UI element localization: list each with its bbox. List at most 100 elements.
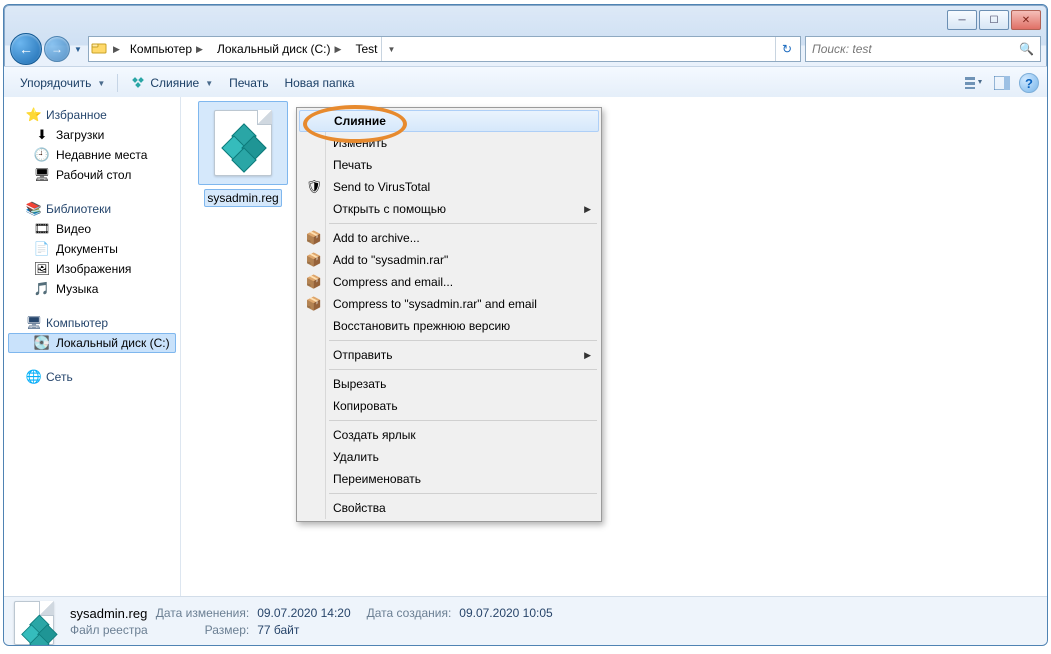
nav-computer-header[interactable]: ▷ 🖥 Компьютер — [8, 313, 176, 333]
context-menu-item-label: Compress and email... — [327, 275, 581, 289]
toolbar-separator — [117, 74, 118, 92]
file-item-sysadmin[interactable]: sysadmin.reg — [195, 101, 291, 207]
file-icon-selected — [198, 101, 288, 185]
nav-item-desktop[interactable]: 🖥Рабочий стол — [8, 165, 176, 185]
nav-network-header[interactable]: ▷ 🌐 Сеть — [8, 367, 176, 387]
context-menu-item[interactable]: 📦Add to "sysadmin.rar" — [299, 249, 599, 271]
details-pane: sysadmin.reg Дата изменения: 09.07.2020 … — [4, 596, 1047, 645]
help-button[interactable]: ? — [1019, 73, 1039, 93]
maximize-icon: ☐ — [990, 15, 999, 26]
navigation-pane: ▷ ⭐ Избранное ⬇Загрузки 🕘Недавние места … — [4, 97, 181, 597]
newfolder-label: Новая папка — [284, 76, 354, 90]
merge-label: Слияние — [150, 76, 199, 90]
print-label: Печать — [229, 76, 268, 90]
print-button[interactable]: Печать — [221, 72, 276, 94]
nav-buttons: ← → ▼ — [10, 33, 84, 65]
details-mod-label: Дата изменения: — [156, 606, 250, 620]
context-menu: Слияние Изменить Печать🛡Send to VirusTotal… — [296, 107, 602, 522]
context-menu-item[interactable]: 🛡Send to VirusTotal — [299, 176, 599, 198]
breadcrumb-dropdown[interactable]: ▼ — [381, 37, 400, 61]
nav-item-music[interactable]: 🎵Музыка — [8, 279, 176, 299]
context-menu-item-label: Add to archive... — [327, 231, 581, 245]
merge-icon — [130, 75, 146, 91]
close-button[interactable]: ✕ — [1011, 10, 1041, 30]
favorites-icon: ⭐ — [26, 107, 42, 123]
breadcrumb-root-icon[interactable] — [91, 41, 107, 57]
context-menu-item-label: Отправить — [327, 348, 581, 362]
organize-label: Упорядочить — [20, 76, 91, 90]
nav-item-pictures[interactable]: 🖼Изображения — [8, 259, 176, 279]
maximize-button[interactable]: ☐ — [979, 10, 1009, 30]
preview-pane-button[interactable] — [991, 72, 1013, 94]
search-icon: 🔍 — [1019, 42, 1034, 56]
details-filename: sysadmin.reg — [70, 606, 148, 621]
details-mod-value: 09.07.2020 14:20 — [257, 606, 350, 620]
nav-history-dropdown[interactable]: ▼ — [72, 39, 84, 59]
nav-libraries: ▷ 📚 Библиотеки 🎞Видео 📄Документы 🖼Изобра… — [8, 199, 176, 299]
close-icon: ✕ — [1022, 15, 1030, 26]
context-menu-item-label: Вырезать — [327, 377, 581, 391]
context-menu-item[interactable]: Свойства — [299, 497, 599, 519]
context-menu-item[interactable]: 📦Compress to "sysadmin.rar" and email — [299, 293, 599, 315]
context-menu-separator — [329, 223, 597, 224]
pictures-icon: 🖼 — [34, 261, 50, 277]
context-menu-item-label: Удалить — [327, 450, 581, 464]
nav-item-local-disk[interactable]: 💽Локальный диск (C:) — [8, 333, 176, 353]
file-list-area[interactable]: sysadmin.reg Слияние Изменить Печать🛡Send … — [181, 97, 1047, 597]
context-menu-item-icon: 📦 — [301, 274, 327, 290]
context-menu-item[interactable]: 📦Add to archive... — [299, 227, 599, 249]
help-icon: ? — [1025, 76, 1033, 91]
forward-button[interactable]: → — [44, 36, 70, 62]
desktop-icon: 🖥 — [34, 167, 50, 183]
context-menu-item[interactable]: Переименовать — [299, 468, 599, 490]
context-menu-item[interactable]: Открыть с помощью▶ — [299, 198, 599, 220]
context-menu-item-label: Создать ярлык — [327, 428, 581, 442]
chevron-down-icon: ▼ — [205, 79, 213, 88]
music-icon: 🎵 — [34, 281, 50, 297]
explorer-body: ▷ ⭐ Избранное ⬇Загрузки 🕘Недавние места … — [4, 97, 1047, 597]
organize-button[interactable]: Упорядочить ▼ — [12, 72, 113, 94]
search-input[interactable]: Поиск: test 🔍 — [805, 36, 1041, 62]
context-menu-item-label: Восстановить прежнюю версию — [327, 319, 581, 333]
context-menu-item[interactable]: Вырезать — [299, 373, 599, 395]
merge-button[interactable]: Слияние ▼ — [122, 71, 221, 95]
context-menu-item[interactable]: Отправить▶ — [299, 344, 599, 366]
nav-favorites: ▷ ⭐ Избранное ⬇Загрузки 🕘Недавние места … — [8, 105, 176, 185]
minimize-button[interactable]: ─ — [947, 10, 977, 30]
context-menu-item[interactable]: Создать ярлык — [299, 424, 599, 446]
breadcrumb-item-computer[interactable]: Компьютер▶ — [124, 37, 211, 61]
context-menu-item[interactable]: Печать — [299, 154, 599, 176]
titlebar: ─ ☐ ✕ — [4, 5, 1047, 32]
breadcrumb-item-folder[interactable]: Test — [349, 37, 381, 61]
context-menu-item[interactable]: Восстановить прежнюю версию — [299, 315, 599, 337]
navbar: ← → ▼ ▶ Компьютер▶ Локальный диск (C:)▶ … — [4, 32, 1047, 66]
nav-item-videos[interactable]: 🎞Видео — [8, 219, 176, 239]
nav-favorites-header[interactable]: ▷ ⭐ Избранное — [8, 105, 176, 125]
details-created-value: 09.07.2020 10:05 — [459, 606, 552, 620]
nav-item-recent[interactable]: 🕘Недавние места — [8, 145, 176, 165]
context-menu-item-icon: 📦 — [301, 252, 327, 268]
context-menu-item-label: Изменить — [327, 136, 581, 150]
context-menu-item[interactable]: Копировать — [299, 395, 599, 417]
context-menu-item[interactable]: Слияние — [299, 110, 599, 132]
context-menu-item-label: Add to "sysadmin.rar" — [327, 253, 581, 267]
newfolder-button[interactable]: Новая папка — [276, 72, 362, 94]
breadcrumb[interactable]: ▶ Компьютер▶ Локальный диск (C:)▶ Test ▼… — [88, 36, 801, 62]
downloads-icon: ⬇ — [34, 127, 50, 143]
context-menu-item[interactable]: Удалить — [299, 446, 599, 468]
reg-file-icon — [214, 110, 272, 176]
nav-libraries-header[interactable]: ▷ 📚 Библиотеки — [8, 199, 176, 219]
nav-item-documents[interactable]: 📄Документы — [8, 239, 176, 259]
context-menu-item-label: Копировать — [327, 399, 581, 413]
context-menu-separator — [329, 493, 597, 494]
view-options-button[interactable] — [963, 72, 985, 94]
refresh-button[interactable]: ↻ — [775, 37, 798, 61]
context-menu-item-label: Compress to "sysadmin.rar" and email — [327, 297, 581, 311]
context-menu-item[interactable]: Изменить — [299, 132, 599, 154]
recent-icon: 🕘 — [34, 147, 50, 163]
context-menu-item[interactable]: 📦Compress and email... — [299, 271, 599, 293]
back-button[interactable]: ← — [10, 33, 42, 65]
context-menu-separator — [329, 369, 597, 370]
breadcrumb-item-drive[interactable]: Локальный диск (C:)▶ — [211, 37, 349, 61]
nav-item-downloads[interactable]: ⬇Загрузки — [8, 125, 176, 145]
